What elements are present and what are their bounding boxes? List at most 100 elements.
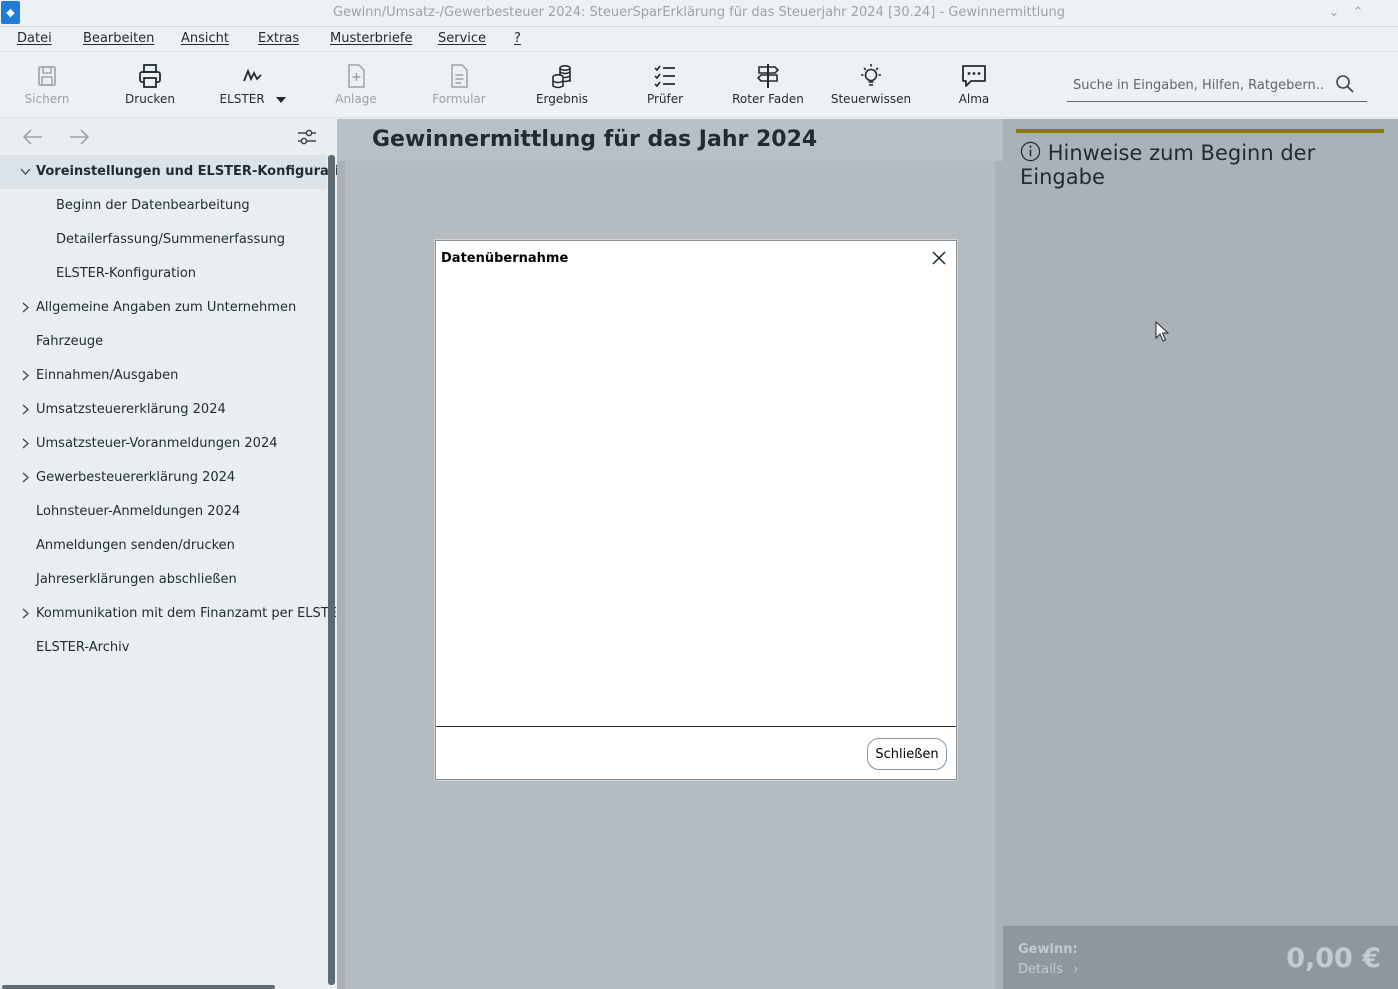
chevron-right-icon — [22, 404, 29, 415]
nav-item-label: ELSTER-Archiv — [36, 640, 130, 655]
nav-item-label: Lohnsteuer-Anmeldungen 2024 — [36, 504, 241, 519]
result-button[interactable]: Ergebnis — [517, 62, 607, 106]
mouse-cursor-icon — [1155, 321, 1169, 342]
hints-panel: Hinweise zum Beginn der Eingabe Gewinn: … — [1003, 119, 1398, 989]
profit-amount: 0,00 € — [1286, 943, 1381, 974]
nav-item-label: Gewerbesteuererklärung 2024 — [36, 470, 236, 485]
search-icon[interactable] — [1335, 74, 1355, 94]
navigation-header — [0, 119, 337, 155]
chevron-right-icon — [22, 302, 29, 313]
nav-item-label: Kommunikation mit dem Finanzamt per ELST… — [36, 606, 346, 621]
signpost-icon — [756, 64, 780, 88]
minimize-icon[interactable]: ⌄ — [1325, 4, 1343, 22]
form-button[interactable]: Formular — [414, 62, 504, 106]
elster-button[interactable]: ELSTER — [208, 62, 298, 106]
nav-item-detailerfassung[interactable]: Detailerfassung/Summenerfassung — [0, 223, 327, 257]
data-import-dialog: Datenübernahme Schließen — [435, 240, 957, 780]
profit-label: Gewinn: — [1018, 942, 1078, 957]
coins-icon — [552, 64, 571, 89]
nav-item-label: Detailerfassung/Summenerfassung — [56, 232, 286, 247]
result-label: Ergebnis — [535, 92, 589, 106]
form-icon — [451, 64, 468, 88]
nav-scrollbar[interactable] — [328, 155, 335, 985]
tax-knowledge-label: Steuerwissen — [830, 92, 912, 106]
close-icon[interactable] — [930, 249, 948, 267]
close-button[interactable]: Schließen — [867, 738, 947, 770]
menu-extras[interactable]: Extras — [258, 31, 299, 46]
details-label: Details — [1018, 962, 1064, 977]
navigation-tree: Voreinstellungen und ELSTER-Konfiguratio… — [0, 155, 358, 989]
dropdown-arrow-icon — [276, 96, 287, 103]
chevron-right-icon — [22, 608, 29, 619]
nav-item-label: Beginn der Datenbearbeitung — [56, 198, 250, 213]
menu-help[interactable]: ? — [514, 31, 521, 46]
chevron-right-icon: › — [1073, 962, 1079, 977]
forward-arrow-icon[interactable] — [68, 127, 90, 147]
search-box — [1067, 68, 1367, 102]
save-icon — [38, 66, 56, 86]
checker-button[interactable]: Prüfer — [620, 62, 710, 106]
menu-service[interactable]: Service — [438, 31, 486, 46]
window-title: Gewinn/Umsatz-/Gewerbesteuer 2024: Steue… — [332, 5, 1066, 20]
print-button[interactable]: Drucken — [105, 62, 195, 106]
title-bar: ◆ Gewinn/Umsatz-/Gewerbesteuer 2024: Ste… — [0, 0, 1398, 27]
dialog-title: Datenübernahme — [441, 251, 569, 266]
checklist-icon — [654, 65, 675, 88]
nav-item-label: Umsatzsteuererklärung 2024 — [36, 402, 226, 417]
filter-settings-icon[interactable] — [296, 127, 318, 147]
lightbulb-icon — [861, 64, 881, 86]
menu-datei[interactable]: Datei — [17, 31, 52, 46]
nav-item-elster-konfiguration[interactable]: ELSTER-Konfiguration — [0, 257, 327, 291]
guide-label: Roter Faden — [732, 92, 804, 106]
nav-item-label: Allgemeine Angaben zum Unternehmen — [36, 300, 297, 315]
nav-item-beginn[interactable]: Beginn der Datenbearbeitung — [0, 189, 327, 223]
nav-item-umsatzsteuer-voranmeldungen[interactable]: Umsatzsteuer-Voranmeldungen 2024 — [0, 427, 327, 461]
nav-item-elster-archiv[interactable]: ELSTER-Archiv — [0, 631, 327, 665]
attachment-button[interactable]: Anlage — [311, 62, 401, 106]
back-arrow-icon[interactable] — [22, 127, 44, 147]
chevron-right-icon — [22, 438, 29, 449]
nav-item-label: Umsatzsteuer-Voranmeldungen 2024 — [36, 436, 278, 451]
guide-button[interactable]: Roter Faden — [723, 62, 813, 106]
save-button[interactable]: Sichern — [2, 62, 92, 106]
form-label: Formular — [432, 92, 486, 106]
nav-item-fahrzeuge[interactable]: Fahrzeuge — [0, 325, 327, 359]
nav-item-gewerbesteuererklaerung[interactable]: Gewerbesteuererklärung 2024 — [0, 461, 327, 495]
menu-ansicht[interactable]: Ansicht — [181, 31, 229, 46]
details-link[interactable]: Details › — [1018, 962, 1078, 977]
search-input[interactable] — [1073, 75, 1323, 95]
chevron-down-icon — [20, 168, 31, 175]
chat-icon — [962, 65, 986, 87]
menu-musterbriefe[interactable]: Musterbriefe — [330, 31, 412, 46]
nav-item-voreinstellungen[interactable]: Voreinstellungen und ELSTER-Konfiguratio… — [0, 155, 358, 189]
save-label: Sichern — [24, 92, 70, 106]
nav-item-anmeldungen-senden[interactable]: Anmeldungen senden/drucken — [0, 529, 327, 563]
nav-item-umsatzsteuererklaerung[interactable]: Umsatzsteuererklärung 2024 — [0, 393, 327, 427]
print-label: Drucken — [125, 92, 175, 106]
alma-label: Alma — [958, 92, 990, 106]
nav-horizontal-scrollbar[interactable] — [2, 985, 275, 989]
page-header: Gewinnermittlung für das Jahr 2024 — [337, 119, 1003, 161]
nav-item-label: Fahrzeuge — [36, 334, 104, 349]
attachment-label: Anlage — [335, 92, 377, 106]
chevron-right-icon — [22, 370, 29, 381]
nav-item-einnahmen-ausgaben[interactable]: Einnahmen/Ausgaben — [0, 359, 327, 393]
maximize-icon[interactable]: ⌃ — [1349, 4, 1367, 22]
page-title: Gewinnermittlung für das Jahr 2024 — [372, 127, 818, 152]
nav-item-label: Einnahmen/Ausgaben — [36, 368, 179, 383]
nav-item-allgemeine-angaben[interactable]: Allgemeine Angaben zum Unternehmen — [0, 291, 327, 325]
alma-button[interactable]: Alma — [929, 62, 1019, 106]
elster-label: ELSTER — [208, 92, 298, 106]
tax-knowledge-button[interactable]: Steuerwissen — [826, 62, 916, 106]
menu-bearbeiten[interactable]: Bearbeiten — [83, 31, 154, 46]
nav-item-label: Voreinstellungen und ELSTER-Konfiguratio… — [36, 164, 358, 179]
nav-item-jahreserklaerungen[interactable]: Jahreserklärungen abschließen — [0, 563, 327, 597]
printer-icon — [139, 64, 161, 88]
hints-title-text: Hinweise zum Beginn der Eingabe — [1020, 141, 1316, 189]
toolbar: Sichern Drucken ELSTER Anlage Formular E… — [0, 52, 1398, 118]
profit-summary: Gewinn: Details › 0,00 € — [1003, 926, 1398, 989]
nav-item-kommunikation[interactable]: Kommunikation mit dem Finanzamt per ELST… — [0, 597, 346, 631]
nav-item-lohnsteuer-anmeldungen[interactable]: Lohnsteuer-Anmeldungen 2024 — [0, 495, 327, 529]
nav-item-label: ELSTER-Konfiguration — [56, 266, 197, 281]
dialog-divider — [436, 726, 956, 727]
